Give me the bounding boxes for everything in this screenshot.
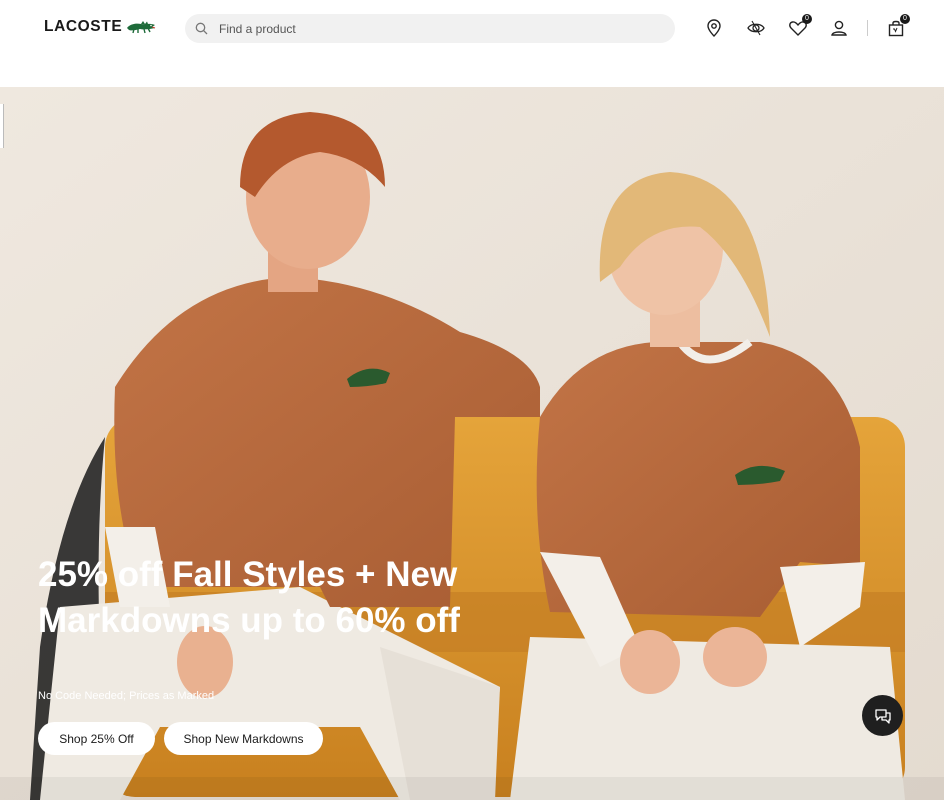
- logo-wordmark: LACOSTE: [44, 18, 123, 35]
- chat-bubbles-icon: [874, 708, 891, 724]
- wishlist-count-badge: 0: [802, 14, 812, 24]
- header-divider: [867, 20, 868, 36]
- cart-bag-icon[interactable]: 0: [885, 14, 910, 39]
- shop-25-off-button[interactable]: Shop 25% Off: [38, 722, 155, 755]
- wishlist-heart-icon[interactable]: 0: [787, 14, 812, 39]
- shop-new-markdowns-button[interactable]: Shop New Markdowns: [164, 722, 323, 755]
- carousel-side-tab[interactable]: [0, 104, 4, 148]
- lacoste-logo[interactable]: LACOSTE: [44, 18, 156, 36]
- chat-button[interactable]: [862, 695, 903, 736]
- watch-icon[interactable]: [745, 17, 767, 39]
- search-input[interactable]: [219, 14, 659, 43]
- crocodile-logo-icon: [127, 21, 156, 34]
- store-locator-icon[interactable]: [703, 17, 725, 39]
- cart-count-badge: 0: [900, 14, 910, 24]
- hero-subline: No Code Needed; Prices as Marked: [38, 690, 215, 702]
- hero-headline: 25% off Fall Styles + New Markdowns up t…: [38, 555, 460, 640]
- search-icon: [195, 22, 208, 35]
- account-icon[interactable]: [828, 17, 850, 39]
- site-header: LACOSTE 0: [0, 0, 944, 87]
- search-bar[interactable]: [185, 14, 675, 43]
